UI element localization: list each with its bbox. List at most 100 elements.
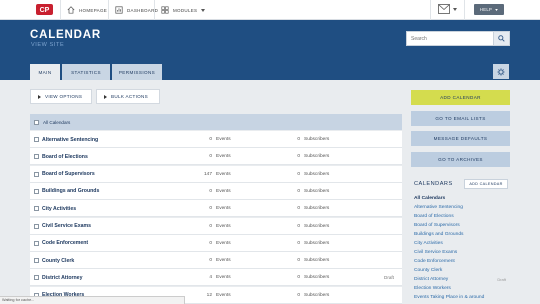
add-calendar-button[interactable]: ADD CALENDAR xyxy=(411,90,510,105)
nav-modules[interactable]: MODULES xyxy=(154,0,224,20)
archives-button[interactable]: GO TO ARCHIVES xyxy=(411,152,510,167)
svg-text:CP: CP xyxy=(40,7,50,14)
calendar-name-link[interactable]: City Activities xyxy=(42,206,76,212)
events-label: Events xyxy=(216,137,231,142)
row-checkbox[interactable] xyxy=(34,137,39,142)
events-count: 0 xyxy=(209,206,212,212)
table-row[interactable]: Board of Elections 0 Events 0 Subscribers xyxy=(30,148,402,166)
sidebar-calendar-item[interactable]: Election Workers xyxy=(414,286,510,295)
events-label: Events xyxy=(216,240,231,246)
events-label: Events xyxy=(216,223,231,229)
row-checkbox[interactable] xyxy=(34,154,39,160)
sidebar-calendar-item[interactable]: Events Taking Place in & around xyxy=(414,295,510,304)
mail-icon[interactable] xyxy=(438,4,450,14)
calendar-name-link[interactable]: Civil Service Exams xyxy=(42,223,91,229)
bulk-actions-button[interactable]: BULK ACTIONS xyxy=(96,89,160,104)
table-row[interactable]: County Clerk 0 Events 0 Subscribers xyxy=(30,252,402,270)
calendar-name-link[interactable]: County Clerk xyxy=(42,258,74,264)
row-checkbox[interactable] xyxy=(34,275,39,281)
table-row[interactable]: Buildings and Grounds 0 Events 0 Subscribers xyxy=(30,182,402,200)
search-icon xyxy=(498,35,505,42)
tab-permissions[interactable]: PERMISSIONS xyxy=(112,64,162,80)
sidebar-calendar-item[interactable]: Board of Supervisors xyxy=(414,223,510,232)
table-row[interactable]: Civil Service Exams 0 Events 0 Subscribers xyxy=(30,217,402,235)
calendar-name-link[interactable]: Board of Supervisors xyxy=(42,171,95,177)
subscribers-label: Subscribers xyxy=(304,223,330,229)
top-bar: CP HOMEPAGE DASHBOARD MODULES HELP xyxy=(0,0,540,20)
sidebar-calendar-item[interactable]: District Attorney Draft xyxy=(414,277,510,286)
sidebar-calendar-label: Board of Supervisors xyxy=(414,223,460,228)
message-defaults-button[interactable]: MESSAGE DEFAULTS xyxy=(411,131,510,146)
events-count: 12 xyxy=(206,292,212,298)
view-site-link[interactable]: VIEW SITE xyxy=(31,42,64,48)
sidebar-calendar-item[interactable]: Buildings and Grounds xyxy=(414,232,510,241)
events-label: Events xyxy=(216,292,231,298)
triangle-right-icon xyxy=(104,94,107,99)
help-label: HELP xyxy=(479,7,493,12)
sidebar-calendar-label: Code Enforcement xyxy=(414,259,455,264)
table-row[interactable]: City Activities 0 Events 0 Subscribers xyxy=(30,200,402,218)
row-checkbox[interactable] xyxy=(34,206,39,212)
row-checkbox[interactable] xyxy=(34,188,39,194)
sidebar-calendar-item[interactable]: Code Enforcement xyxy=(414,259,510,268)
sidebar-calendar-item[interactable]: Alternative Sentencing xyxy=(414,205,510,214)
sidebar-calendar-label: Alternative Sentencing xyxy=(414,205,463,210)
row-checkbox[interactable] xyxy=(34,240,39,246)
nav-modules-label: MODULES xyxy=(173,7,198,13)
chevron-down-icon xyxy=(201,8,206,12)
events-count: 0 xyxy=(209,137,212,142)
calendar-name-link[interactable]: Code Enforcement xyxy=(42,240,88,246)
email-lists-button[interactable]: GO TO EMAIL LISTS xyxy=(411,111,510,126)
calendar-name-link[interactable]: Alternative Sentencing xyxy=(42,137,98,143)
chevron-down-icon[interactable] xyxy=(453,8,457,11)
divider xyxy=(430,0,431,20)
tab-main[interactable]: MAIN xyxy=(30,64,60,80)
calendar-name-link[interactable]: Buildings and Grounds xyxy=(42,188,99,194)
subscribers-label: Subscribers xyxy=(304,171,330,177)
row-checkbox[interactable] xyxy=(34,171,39,177)
modules-icon xyxy=(161,6,169,14)
settings-button[interactable] xyxy=(493,64,509,79)
search-button[interactable] xyxy=(493,32,509,45)
status-badge: Draft xyxy=(497,277,506,282)
events-count: 0 xyxy=(209,223,212,229)
sidebar-calendar-item[interactable]: Board of Elections xyxy=(414,214,510,223)
subscribers-count: 0 xyxy=(297,258,300,264)
subscribers-count: 0 xyxy=(297,292,300,298)
sidebar-calendar-item[interactable]: All Calendars xyxy=(414,196,510,205)
table-row[interactable]: Alternative Sentencing 0 Events 0 Subscriber… xyxy=(30,131,402,148)
row-checkbox[interactable] xyxy=(34,258,39,264)
calendar-list: All Calendars Alternative Sentencing Board… xyxy=(414,196,510,304)
subscribers-count: 0 xyxy=(297,137,300,142)
tab-statistics[interactable]: STATISTICS xyxy=(62,64,110,80)
events-count: 4 xyxy=(209,275,212,281)
help-button[interactable]: HELP xyxy=(474,4,504,15)
bulk-actions-label: BULK ACTIONS xyxy=(111,94,149,99)
sidebar-calendar-label: All Calendars xyxy=(414,196,446,201)
sidebar-calendar-item[interactable]: City Activities xyxy=(414,241,510,250)
sidebar-calendar-item[interactable]: County Clerk xyxy=(414,268,510,277)
nav-homepage-label: HOMEPAGE xyxy=(79,7,108,13)
chevron-down-icon xyxy=(495,8,498,11)
subscribers-count: 0 xyxy=(297,206,300,212)
calendar-name-link[interactable]: Board of Elections xyxy=(42,154,88,160)
select-all-checkbox[interactable] xyxy=(34,119,39,125)
table-row[interactable]: Board of Supervisors 147 Events 0 Subscriber… xyxy=(30,165,402,183)
table-row[interactable]: District Attorney 4 Events 0 Subscribers Draf… xyxy=(30,269,402,287)
status-badge: Draft xyxy=(384,275,394,281)
divider xyxy=(464,0,465,20)
triangle-right-icon xyxy=(38,94,41,99)
row-checkbox[interactable] xyxy=(34,223,39,229)
sidebar-calendar-label: City Activities xyxy=(414,241,443,246)
events-label: Events xyxy=(216,188,231,194)
search-input[interactable] xyxy=(407,32,493,45)
events-count: 0 xyxy=(209,188,212,194)
table-row[interactable]: Code Enforcement 0 Events 0 Subscribers xyxy=(30,234,402,252)
events-label: Events xyxy=(216,258,231,264)
sidebar-calendar-label: Civil Service Exams xyxy=(414,250,458,255)
calendar-name-link[interactable]: District Attorney xyxy=(42,275,82,281)
sidebar-add-calendar-button[interactable]: ADD CALENDAR xyxy=(464,179,508,189)
sidebar-calendar-item[interactable]: Civil Service Exams xyxy=(414,250,510,259)
logo-icon[interactable]: CP xyxy=(36,4,53,15)
view-options-button[interactable]: VIEW OPTIONS xyxy=(30,89,92,104)
